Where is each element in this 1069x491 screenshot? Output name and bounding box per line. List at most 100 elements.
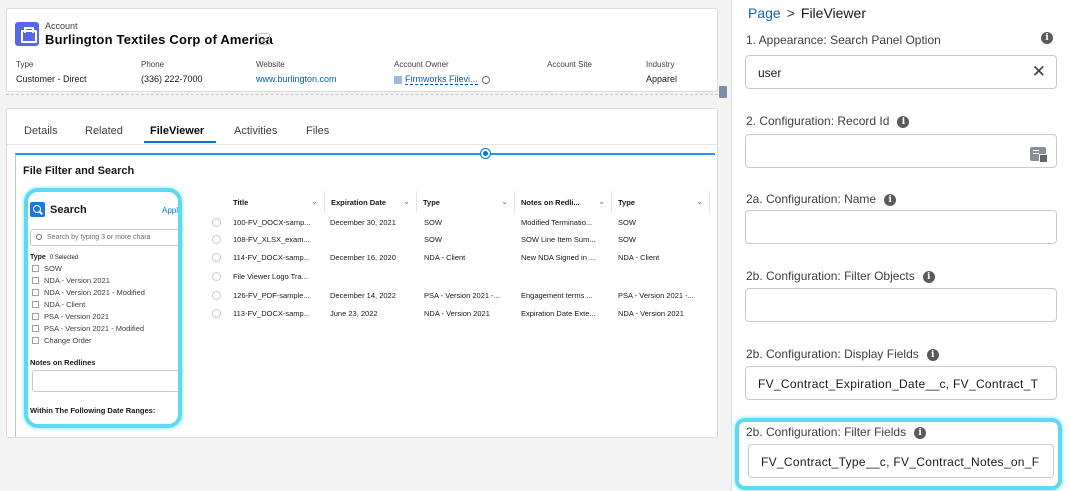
column-header-label: Type	[423, 198, 440, 207]
checkbox[interactable]	[32, 265, 39, 272]
clear-icon[interactable]: ✕	[1032, 63, 1046, 80]
notes-filter-label: Notes on Redlines	[30, 358, 96, 367]
change-owner-icon[interactable]	[481, 75, 490, 84]
search-input[interactable]: Search by typing 3 or more chara	[30, 229, 178, 246]
column-header-notes[interactable]: Notes on Redli... ⌄	[515, 191, 612, 213]
info-icon[interactable]: i	[926, 349, 939, 361]
hierarchy-icon[interactable]: ⨲	[258, 33, 270, 45]
notes-input[interactable]	[32, 370, 178, 392]
table-row[interactable]: 126-FV_PDF-sample... December 14, 2022 P…	[205, 288, 711, 304]
cell: Expiration Date Exte...	[521, 309, 596, 318]
appearance-input[interactable]: user ✕	[745, 55, 1057, 89]
cell: PSA - Version 2021 -...	[618, 291, 694, 300]
column-header-type-2[interactable]: Type ⌄	[612, 191, 710, 213]
column-header-expiration[interactable]: Expiration Date ⌄	[325, 191, 417, 213]
account-owner-link[interactable]: Firmworks Filevi...	[405, 74, 478, 85]
option-label: NDA - Client	[44, 300, 86, 309]
cell: NDA - Client	[424, 253, 466, 262]
appearance-value: user	[758, 66, 782, 80]
type-option[interactable]: SOW	[32, 264, 62, 273]
cell: SOW	[618, 218, 636, 227]
tab-activities[interactable]: Activities	[234, 125, 277, 137]
search-icon	[36, 234, 42, 240]
tab-details[interactable]: Details	[24, 125, 58, 137]
cell: NDA - Version 2021	[424, 309, 490, 318]
info-icon[interactable]: i	[922, 271, 935, 283]
chevron-down-icon[interactable]: ⌄	[311, 197, 318, 206]
type-option[interactable]: NDA - Version 2021	[32, 276, 110, 285]
type-option[interactable]: PSA - Version 2021 - Modified	[32, 324, 144, 333]
type-option[interactable]: NDA - Version 2021 - Modified	[32, 288, 145, 297]
checkbox[interactable]	[32, 313, 39, 320]
website-link[interactable]: www.burlington.com	[256, 74, 337, 84]
table-row[interactable]: File Viewer Logo Tra...	[205, 269, 711, 285]
display-fields-input[interactable]: FV_Contract_Expiration_Date__c, FV_Contr…	[745, 366, 1057, 400]
row-radio[interactable]	[212, 253, 221, 262]
checkbox[interactable]	[32, 301, 39, 308]
record-id-label-text: 2. Configuration: Record Id	[746, 114, 890, 128]
resize-handle[interactable]	[719, 86, 727, 98]
field-type: Type Customer - Direct	[16, 60, 87, 84]
row-radio[interactable]	[212, 309, 221, 318]
chevron-down-icon[interactable]: ⌄	[403, 197, 410, 206]
checkbox[interactable]	[32, 325, 39, 332]
breadcrumb-page-link[interactable]: Page	[748, 5, 781, 21]
row-radio[interactable]	[212, 235, 221, 244]
cell: 108-FV_XLSX_exam...	[233, 235, 310, 244]
table-row[interactable]: 100-FV_DOCX-samp... December 30, 2021 SO…	[205, 215, 711, 231]
highlight-box	[735, 418, 1062, 490]
tab-files[interactable]: Files	[306, 125, 329, 137]
column-header-type[interactable]: Type ⌄	[417, 191, 515, 213]
chevron-down-icon[interactable]: ⌄	[501, 197, 508, 206]
chevron-down-icon[interactable]: ⌄	[696, 197, 703, 206]
active-tab-indicator	[144, 141, 216, 143]
name-label: 2a. Configuration: Name i	[746, 192, 897, 206]
row-radio[interactable]	[212, 291, 221, 300]
column-header-label: Type	[618, 198, 635, 207]
breadcrumb-current: FileViewer	[800, 5, 866, 21]
field-label: Website	[256, 60, 285, 69]
apply-button[interactable]: Appl	[162, 206, 178, 215]
breadcrumb-separator: >	[786, 5, 795, 21]
app-root: Account Burlington Textiles Corp of Amer…	[0, 0, 1069, 491]
selection-handle[interactable]	[481, 149, 490, 158]
display-fields-label-text: 2b. Configuration: Display Fields	[746, 347, 919, 361]
type-option[interactable]: PSA - Version 2021	[32, 312, 109, 321]
record-header: Account Burlington Textiles Corp of Amer…	[6, 8, 718, 92]
tab-related[interactable]: Related	[85, 125, 123, 137]
info-icon[interactable]: i	[884, 194, 897, 206]
cell: Engagement terms ...	[521, 291, 593, 300]
user-icon	[394, 75, 402, 84]
checkbox[interactable]	[32, 289, 39, 296]
table-row[interactable]: 114-FV_DOCX-samp... December 16, 2020 ND…	[205, 250, 711, 266]
tab-fileviewer[interactable]: FileViewer	[150, 125, 204, 137]
field-industry: Industry Apparel	[646, 60, 677, 84]
row-radio[interactable]	[212, 218, 221, 227]
checkbox[interactable]	[32, 277, 39, 284]
cell: 126-FV_PDF-sample...	[233, 291, 310, 300]
chevron-down-icon[interactable]: ⌄	[598, 197, 605, 206]
file-table: Title ⌄ Expiration Date ⌄ Type ⌄ Notes on R…	[205, 191, 711, 331]
cell: NDA - Version 2021	[618, 309, 684, 318]
filter-objects-input[interactable]	[745, 288, 1057, 322]
cell: PSA - Version 2021 -...	[424, 291, 500, 300]
type-option[interactable]: NDA - Client	[32, 300, 85, 309]
search-panel: Search Appl Search by typing 3 or more c…	[24, 188, 182, 428]
table-row[interactable]: 113-FV_DOCX-samp... June 23, 2022 NDA - …	[205, 306, 711, 322]
cell: 100-FV_DOCX-samp...	[233, 218, 311, 227]
checkbox[interactable]	[32, 337, 39, 344]
name-input[interactable]	[745, 210, 1057, 244]
cell: December 16, 2020	[330, 253, 396, 262]
info-icon[interactable]: i	[1041, 32, 1053, 44]
name-label-text: 2a. Configuration: Name	[746, 192, 877, 206]
record-id-label: 2. Configuration: Record Id i	[746, 114, 910, 128]
resource-picker-icon[interactable]	[1030, 147, 1048, 163]
table-row[interactable]: 108-FV_XLSX_exam... SOW SOW Line Item Su…	[205, 232, 711, 248]
row-radio[interactable]	[212, 272, 221, 281]
record-id-input[interactable]	[745, 134, 1057, 168]
option-label: Change Order	[44, 336, 92, 345]
column-header-label: Notes on Redli...	[521, 198, 580, 207]
type-option[interactable]: Change Order	[32, 336, 92, 345]
info-icon[interactable]: i	[897, 116, 910, 128]
column-header-title[interactable]: Title ⌄	[227, 191, 325, 213]
